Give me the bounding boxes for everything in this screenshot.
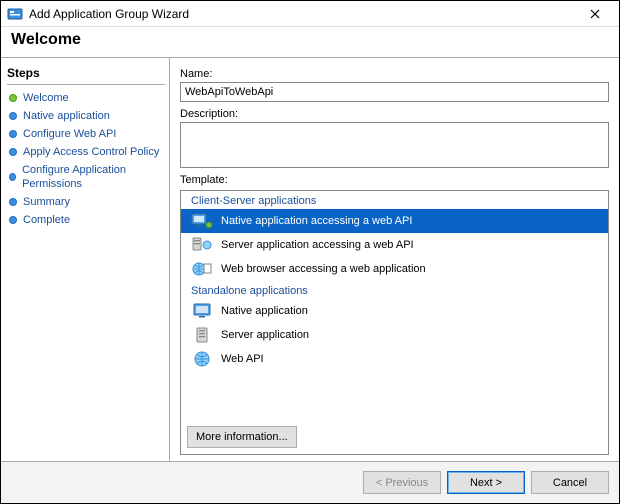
step-label: Native application: [23, 109, 110, 123]
monitor-icon: [191, 302, 213, 320]
group-client-server: Client-Server applications: [181, 191, 608, 209]
template-item-label: Server application: [221, 329, 309, 341]
steps-header: Steps: [7, 64, 165, 85]
globe-window-icon: [191, 260, 213, 278]
previous-button: < Previous: [363, 471, 441, 494]
template-item-label: Server application accessing a web API: [221, 239, 414, 251]
description-label: Description:: [180, 108, 609, 120]
close-button[interactable]: [577, 3, 613, 25]
step-complete[interactable]: Complete: [7, 211, 165, 229]
name-input[interactable]: [180, 82, 609, 102]
step-label: Configure Application Permissions: [22, 163, 163, 191]
template-native-app[interactable]: Native application: [181, 299, 608, 323]
template-item-label: Native application accessing a web API: [221, 215, 412, 227]
step-native-application[interactable]: Native application: [7, 107, 165, 125]
step-label: Configure Web API: [23, 127, 116, 141]
name-label: Name:: [180, 68, 609, 80]
step-label: Welcome: [23, 91, 69, 105]
footer: < Previous Next > Cancel: [1, 461, 619, 503]
template-item-label: Web browser accessing a web application: [221, 263, 426, 275]
template-item-label: Web API: [221, 353, 264, 365]
globe-icon: [191, 350, 213, 368]
template-list[interactable]: Client-Server applications Native applic…: [180, 190, 609, 455]
cancel-button[interactable]: Cancel: [531, 471, 609, 494]
template-label: Template:: [180, 174, 609, 186]
template-web-api[interactable]: Web API: [181, 347, 608, 371]
step-welcome[interactable]: Welcome: [7, 89, 165, 107]
step-configure-permissions[interactable]: Configure Application Permissions: [7, 161, 165, 193]
more-information-button[interactable]: More information...: [187, 426, 297, 448]
monitor-link-icon: [191, 212, 213, 230]
step-label: Complete: [23, 213, 70, 227]
server-link-icon: [191, 236, 213, 254]
wizard-window: Add Application Group Wizard Welcome Ste…: [0, 0, 620, 504]
more-info-container: More information...: [187, 426, 297, 448]
template-browser-access-app[interactable]: Web browser accessing a web application: [181, 257, 608, 281]
titlebar: Add Application Group Wizard: [1, 1, 619, 27]
template-server-access-api[interactable]: Server application accessing a web API: [181, 233, 608, 257]
main-panel: Name: Description: Template: Client-Serv…: [170, 58, 619, 461]
step-label: Apply Access Control Policy: [23, 145, 159, 159]
server-icon: [191, 326, 213, 344]
page-title: Welcome: [1, 27, 619, 57]
step-label: Summary: [23, 195, 70, 209]
window-title: Add Application Group Wizard: [29, 7, 577, 21]
next-button[interactable]: Next >: [447, 471, 525, 494]
step-summary[interactable]: Summary: [7, 193, 165, 211]
template-item-label: Native application: [221, 305, 308, 317]
template-server-app[interactable]: Server application: [181, 323, 608, 347]
step-apply-policy[interactable]: Apply Access Control Policy: [7, 143, 165, 161]
description-input[interactable]: [180, 122, 609, 168]
group-standalone: Standalone applications: [181, 281, 608, 299]
app-icon: [7, 6, 23, 22]
template-native-access-api[interactable]: Native application accessing a web API: [181, 209, 608, 233]
step-configure-web-api[interactable]: Configure Web API: [7, 125, 165, 143]
steps-sidebar: Steps Welcome Native application Configu…: [1, 58, 169, 461]
